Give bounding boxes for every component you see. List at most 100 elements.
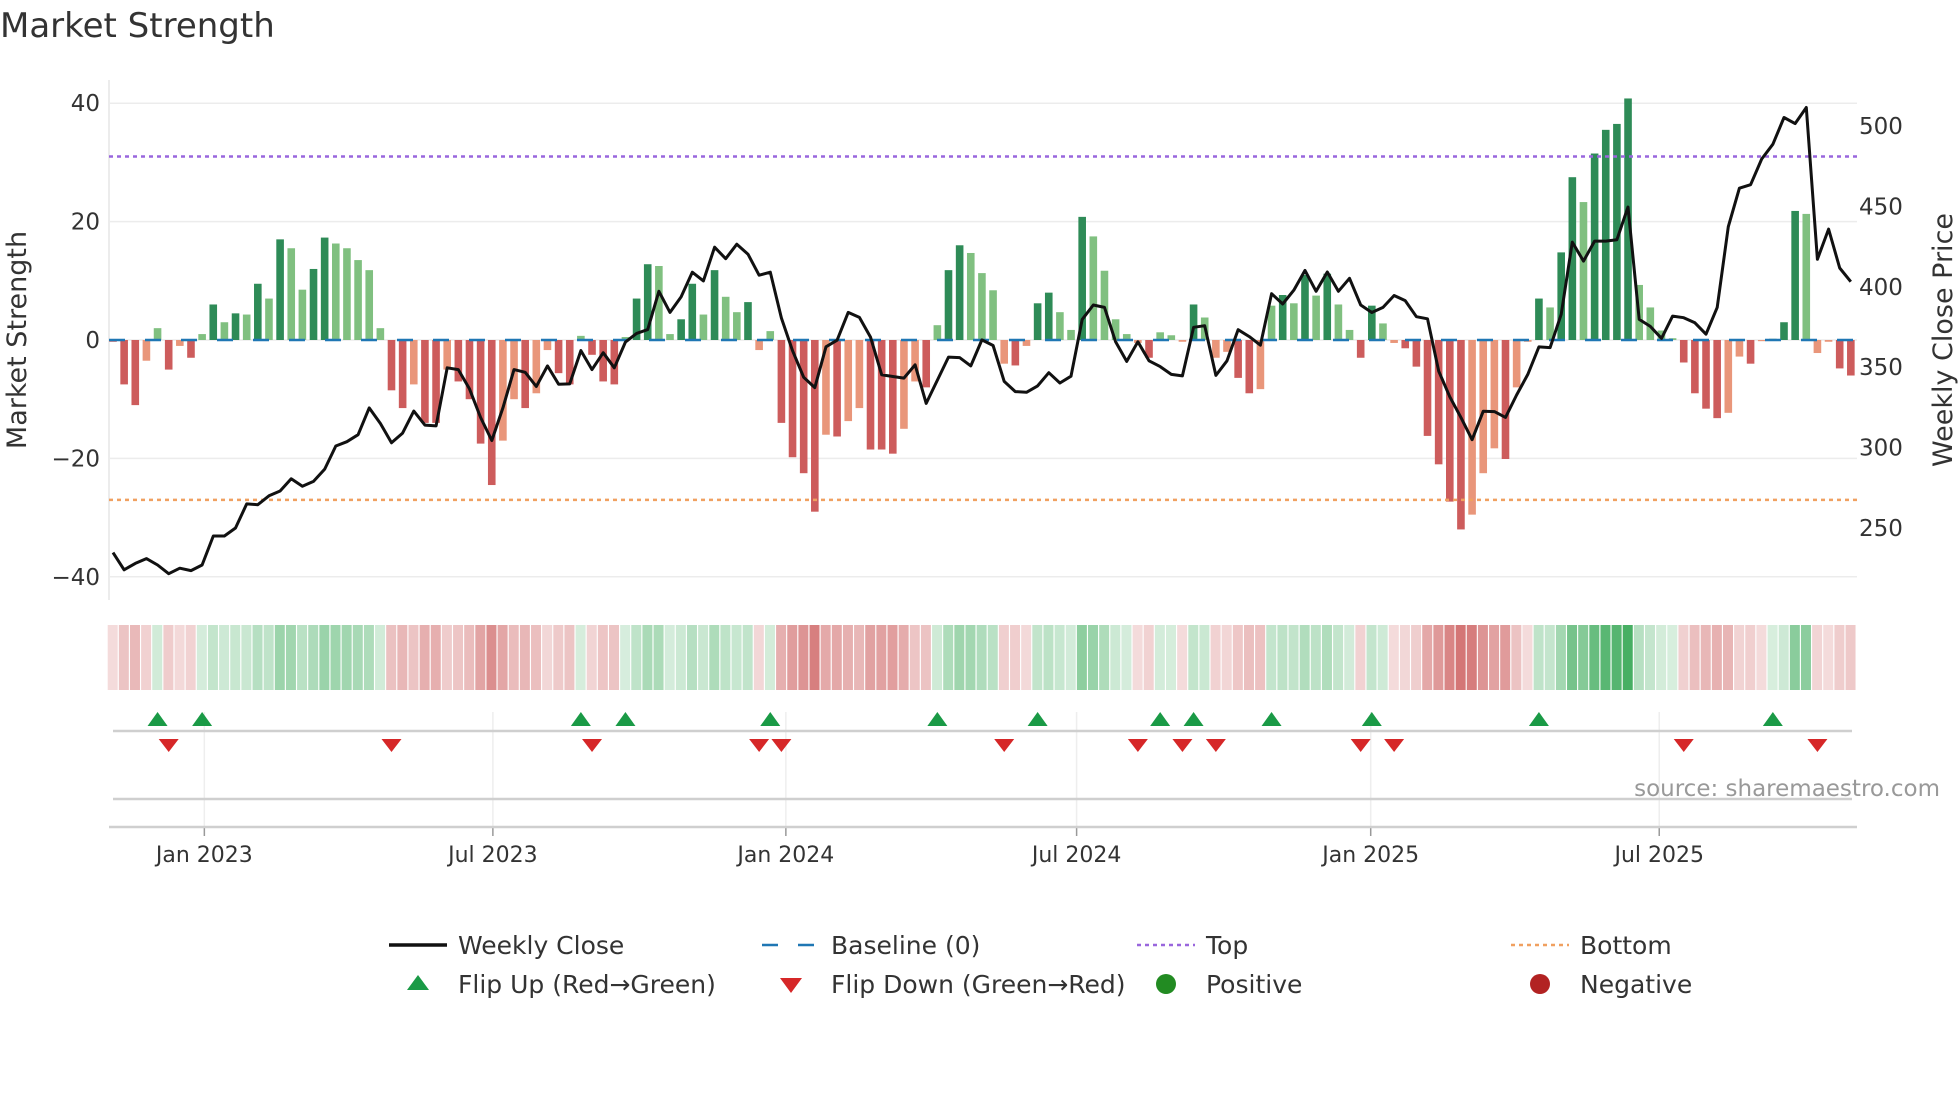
flip-down-marker bbox=[158, 739, 179, 752]
strength-heat-cell bbox=[352, 625, 363, 690]
strength-heat-cell bbox=[330, 625, 341, 690]
flip-down-marker bbox=[1350, 739, 1371, 752]
strength-heat-cell bbox=[609, 625, 619, 690]
strength-heat-cell bbox=[1154, 625, 1165, 690]
bar-positive bbox=[1290, 303, 1298, 340]
strength-heat-cell bbox=[854, 625, 865, 690]
strength-heat-cell bbox=[1333, 625, 1344, 690]
bar-positive bbox=[309, 268, 318, 340]
bar-negative bbox=[866, 340, 875, 450]
bar-positive bbox=[1067, 329, 1075, 340]
bar-positive bbox=[744, 302, 752, 340]
strength-heat-cell bbox=[207, 625, 218, 690]
strength-heat-cell bbox=[1243, 625, 1254, 690]
bar-negative bbox=[187, 340, 195, 358]
strength-heat-cell bbox=[1054, 625, 1065, 690]
strength-heat-cell bbox=[1288, 625, 1299, 690]
flip-up-marker bbox=[1261, 712, 1282, 726]
strength-heat-cell bbox=[631, 625, 642, 690]
bar-negative bbox=[755, 340, 763, 351]
bar-negative bbox=[1468, 340, 1476, 515]
strength-heat-cell bbox=[1266, 625, 1277, 690]
strength-heat-cell bbox=[976, 625, 987, 690]
strength-heat-cell bbox=[375, 625, 386, 690]
flip-down-marker bbox=[1205, 739, 1226, 752]
strength-heat-cell bbox=[1834, 625, 1845, 690]
x-tick-label: Jan 2023 bbox=[154, 843, 253, 868]
bar-positive bbox=[733, 312, 741, 340]
y-tick-label: −40 bbox=[51, 565, 100, 591]
y-tick-label: 40 bbox=[71, 91, 100, 117]
strength-heat-cell bbox=[865, 625, 876, 690]
strength-heat-cell bbox=[1477, 625, 1488, 690]
flip-up-marker bbox=[760, 712, 781, 726]
strength-heat-cell bbox=[1656, 625, 1667, 690]
bar-positive bbox=[343, 248, 351, 340]
strength-heat-cell bbox=[1711, 625, 1722, 690]
strength-heat-cell bbox=[1633, 625, 1644, 690]
flip-up-marker bbox=[147, 712, 168, 726]
bar-negative bbox=[1446, 340, 1454, 502]
legend-item-weekly-close: Weekly Close bbox=[389, 931, 624, 960]
x-tick-label: Jul 2023 bbox=[446, 843, 538, 868]
legend-item-top: Top bbox=[1137, 931, 1248, 960]
strength-heat-cell bbox=[932, 625, 943, 690]
strength-heat-cell bbox=[965, 625, 976, 690]
strength-heat-cell bbox=[1767, 625, 1778, 690]
flip-up-marker bbox=[1361, 712, 1382, 726]
bar-negative bbox=[1212, 340, 1220, 358]
bar-positive bbox=[944, 270, 953, 340]
strength-heat-cell bbox=[1455, 625, 1466, 690]
bar-positive bbox=[699, 314, 708, 340]
strength-heat-cell bbox=[252, 625, 263, 690]
bar-negative bbox=[1702, 340, 1710, 409]
bar-negative bbox=[1412, 340, 1421, 367]
strength-heat-cell bbox=[1210, 625, 1221, 690]
strength-heat-cell bbox=[909, 625, 920, 690]
strength-heat-cell bbox=[1132, 625, 1143, 690]
strength-heat-cell bbox=[1567, 625, 1578, 690]
bar-positive bbox=[298, 289, 307, 340]
strength-heat-cell bbox=[1734, 625, 1745, 690]
bar-positive bbox=[1601, 129, 1610, 340]
strength-heat-cell bbox=[230, 625, 241, 690]
bar-positive bbox=[320, 237, 329, 340]
flip-up-marker bbox=[1762, 712, 1783, 726]
bar-positive bbox=[265, 298, 273, 340]
strength-heat-cell bbox=[1221, 625, 1232, 690]
bar-positive bbox=[1535, 298, 1543, 340]
flip-down-marker bbox=[1384, 739, 1405, 752]
y2-tick-label: 400 bbox=[1859, 275, 1903, 301]
source-label: source: sharemaestro.com bbox=[1634, 776, 1940, 802]
bar-negative bbox=[1256, 340, 1265, 390]
strength-heat-cell bbox=[831, 625, 842, 690]
strength-heat-cell bbox=[1255, 625, 1266, 690]
flip-down-marker bbox=[1127, 739, 1148, 752]
bar-positive bbox=[933, 325, 942, 340]
strength-heat-cell bbox=[1522, 625, 1533, 690]
strength-heat-cell bbox=[1533, 625, 1544, 690]
strength-heat-cell bbox=[1277, 625, 1288, 690]
strength-heat-cell bbox=[943, 625, 954, 690]
bar-negative bbox=[1178, 340, 1187, 342]
bar-positive bbox=[710, 270, 719, 340]
y2-tick-label: 300 bbox=[1859, 436, 1903, 462]
strength-heat-cell bbox=[542, 625, 553, 690]
strength-heat-cell bbox=[664, 625, 675, 690]
bar-negative bbox=[554, 340, 563, 374]
bar-negative bbox=[543, 340, 552, 351]
flip-up-marker bbox=[192, 712, 213, 726]
y2-axis-label: Weekly Close Price bbox=[1928, 213, 1959, 467]
bar-negative bbox=[1490, 340, 1499, 449]
strength-heat-cell bbox=[998, 625, 1009, 690]
strength-heat-cell bbox=[686, 625, 697, 690]
strength-heat-cell bbox=[1600, 625, 1611, 690]
strength-heat-cell bbox=[129, 625, 140, 690]
bar-positive bbox=[231, 313, 240, 340]
bar-positive bbox=[354, 260, 362, 340]
strength-heat-cell bbox=[386, 625, 397, 690]
strength-heat-cell bbox=[174, 625, 185, 690]
strength-heat-cell bbox=[887, 625, 898, 690]
bar-positive bbox=[1791, 210, 1799, 340]
bar-negative bbox=[1479, 340, 1488, 474]
